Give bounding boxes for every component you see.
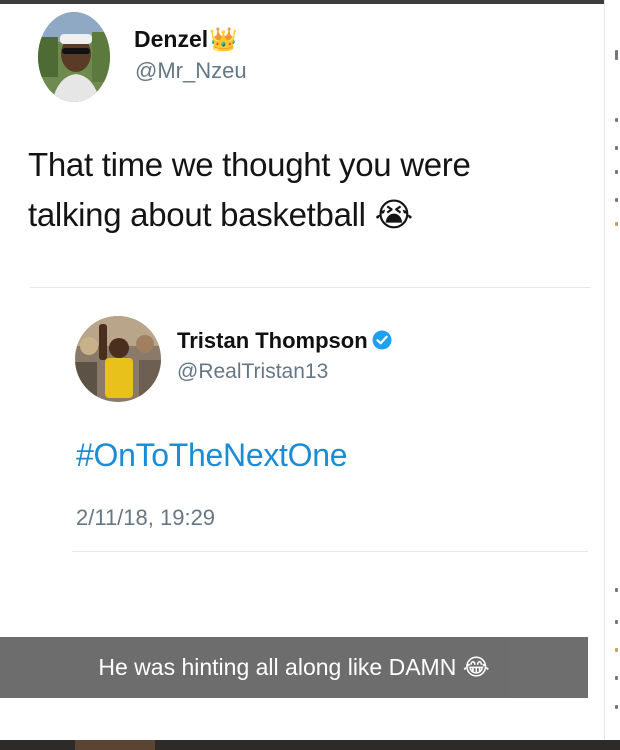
crying-emoji-icon: 😭 [374, 196, 414, 233]
quote-divider-bottom [72, 551, 588, 552]
author-avatar-image [38, 12, 110, 102]
quoted-author-handle[interactable]: @RealTristan13 [177, 360, 328, 384]
edge-mark [615, 222, 618, 226]
tweet-timestamp[interactable]: 2/11/18, 19:29 [76, 505, 215, 531]
author-handle[interactable]: @Mr_Nzeu [135, 58, 247, 84]
caption-bar: He was hinting all along like DAMN 😂 [0, 637, 588, 698]
edge-mark [615, 118, 618, 122]
verified-badge-icon [372, 330, 392, 350]
edge-mark [615, 676, 618, 680]
edge-mark [615, 620, 618, 624]
tweet-text: That time we thought you were talking ab… [28, 140, 568, 240]
hashtag-link[interactable]: #OnToTheNextOne [76, 437, 348, 474]
bottom-strip-accent [75, 740, 155, 750]
quoted-author-name[interactable]: Tristan Thompson [177, 328, 392, 354]
edge-mark [615, 146, 618, 150]
edge-mark [615, 648, 618, 652]
quote-divider-top [30, 287, 590, 288]
bottom-strip [0, 740, 620, 750]
tweet-text-line-2-text: talking about basketball [28, 196, 366, 233]
caption-text-content: He was hinting all along like DAMN [98, 654, 457, 680]
tweet-text-line-2: talking about basketball 😭 [28, 190, 568, 240]
author-name-text: Denzel [134, 26, 209, 52]
edge-mark [615, 170, 618, 174]
edge-mark [615, 50, 618, 60]
quoted-avatar-image [75, 316, 161, 402]
edge-mark [615, 198, 618, 202]
right-edge-panel [604, 0, 620, 740]
author-avatar[interactable] [38, 12, 110, 102]
quoted-author-avatar[interactable] [75, 316, 161, 402]
top-border [0, 0, 620, 4]
quoted-author-name-text: Tristan Thompson [177, 328, 368, 353]
author-name[interactable]: Denzel👑 [134, 26, 238, 53]
tweet-text-line-1: That time we thought you were [28, 146, 471, 183]
edge-mark [615, 705, 618, 709]
laughing-emoji-icon: 😂 [462, 654, 490, 680]
caption-text: He was hinting all along like DAMN 😂 [0, 637, 588, 698]
edge-mark [615, 588, 618, 592]
crown-emoji-icon: 👑 [209, 26, 238, 52]
